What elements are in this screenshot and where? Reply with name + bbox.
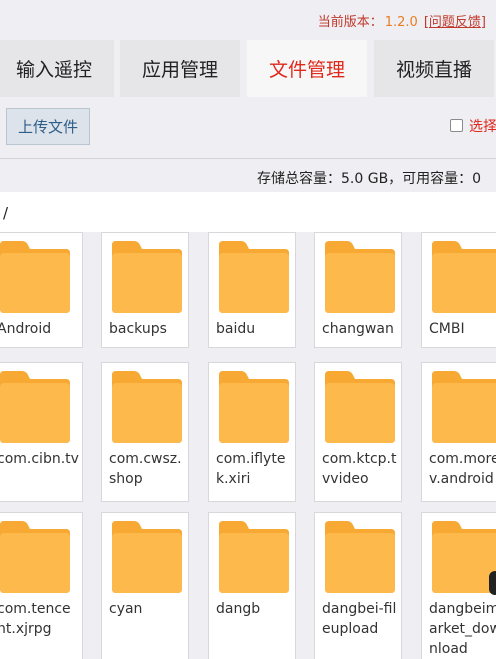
folder-item[interactable]: backups	[101, 232, 189, 348]
folder-icon	[325, 521, 395, 593]
folder-item[interactable]: cyan	[101, 512, 189, 659]
path-bar: /	[0, 192, 496, 232]
tab-app-manager[interactable]: 应用管理	[120, 40, 240, 97]
folder-item[interactable]: changwan	[314, 232, 402, 348]
folder-name: dangb	[216, 601, 261, 617]
folder-item[interactable]: CMBI	[421, 232, 496, 348]
folder-name: com.moretv.android	[429, 451, 496, 487]
folder-name: dangbei-fileupload	[322, 601, 397, 637]
folder-name: com.cibn.tv	[0, 451, 79, 467]
folder-icon	[432, 521, 496, 593]
folder-icon	[219, 521, 289, 593]
folder-name: com.cwsz.shop	[109, 451, 182, 487]
folder-item[interactable]: com.tencent.xjrpg	[0, 512, 83, 659]
folder-icon	[112, 371, 182, 443]
folder-icon	[112, 521, 182, 593]
select-all-checkbox[interactable]	[450, 119, 463, 132]
file-grid: Android backups baidu changwan CMBI com.cibn.…	[0, 232, 496, 659]
select-all-option[interactable]: 选择	[450, 116, 496, 136]
folder-icon	[219, 371, 289, 443]
divider	[0, 158, 496, 159]
folder-icon	[325, 371, 395, 443]
folder-item[interactable]: com.cwsz.shop	[101, 362, 189, 502]
top-bar: 当前版本： 1.2.0 [问题反馈]	[0, 0, 496, 36]
folder-name: Android	[0, 321, 52, 337]
feedback: [问题反馈]	[423, 15, 486, 30]
folder-icon	[432, 371, 496, 443]
folder-item[interactable]: dangbei-fileupload	[314, 512, 402, 659]
folder-icon	[325, 241, 395, 313]
tab-input-remote[interactable]: 输入遥控	[0, 40, 114, 97]
folder-icon	[0, 521, 70, 593]
folder-icon	[0, 371, 70, 443]
folder-name: changwan	[322, 321, 394, 337]
upload-file-button[interactable]: 上传文件	[6, 108, 90, 145]
folder-name: CMBI	[429, 321, 465, 337]
version-label: 当前版本：	[317, 15, 383, 30]
folder-item[interactable]: com.iflytek.xiri	[208, 362, 296, 502]
folder-name: com.tencent.xjrpg	[0, 601, 71, 637]
select-all-label: 选择	[469, 119, 496, 135]
folder-name: com.iflytek.xiri	[216, 451, 286, 487]
tab-live-video[interactable]: 视频直播	[374, 40, 494, 97]
current-path: /	[3, 204, 9, 222]
folder-name: backups	[109, 321, 167, 337]
folder-item[interactable]: dangb	[208, 512, 296, 659]
folder-item[interactable]: com.moretv.android	[421, 362, 496, 502]
folder-item[interactable]: com.ktcp.tvvideo	[314, 362, 402, 502]
feedback-link[interactable]: 问题反馈	[429, 15, 481, 30]
folder-icon	[112, 241, 182, 313]
tab-file-manager[interactable]: 文件管理	[247, 40, 367, 97]
folder-item[interactable]: com.cibn.tv	[0, 362, 83, 502]
folder-item[interactable]: dangbeimarket_download	[421, 512, 496, 659]
folder-icon	[432, 241, 496, 313]
folder-name: com.ktcp.tvvideo	[322, 451, 397, 487]
folder-name: cyan	[109, 601, 143, 617]
version-info: 当前版本： 1.2.0 [问题反馈]	[318, 11, 486, 30]
version-number: 1.2.0	[384, 15, 418, 30]
scroll-handle[interactable]	[489, 571, 496, 595]
folder-item[interactable]: baidu	[208, 232, 296, 348]
folder-item[interactable]: Android	[0, 232, 83, 348]
folder-name: dangbeimarket_download	[429, 601, 496, 657]
folder-name: baidu	[216, 321, 256, 337]
folder-icon	[219, 241, 289, 313]
storage-info: 存储总容量：5.0 GB，可用容量：0	[257, 171, 482, 187]
folder-icon	[0, 241, 70, 313]
